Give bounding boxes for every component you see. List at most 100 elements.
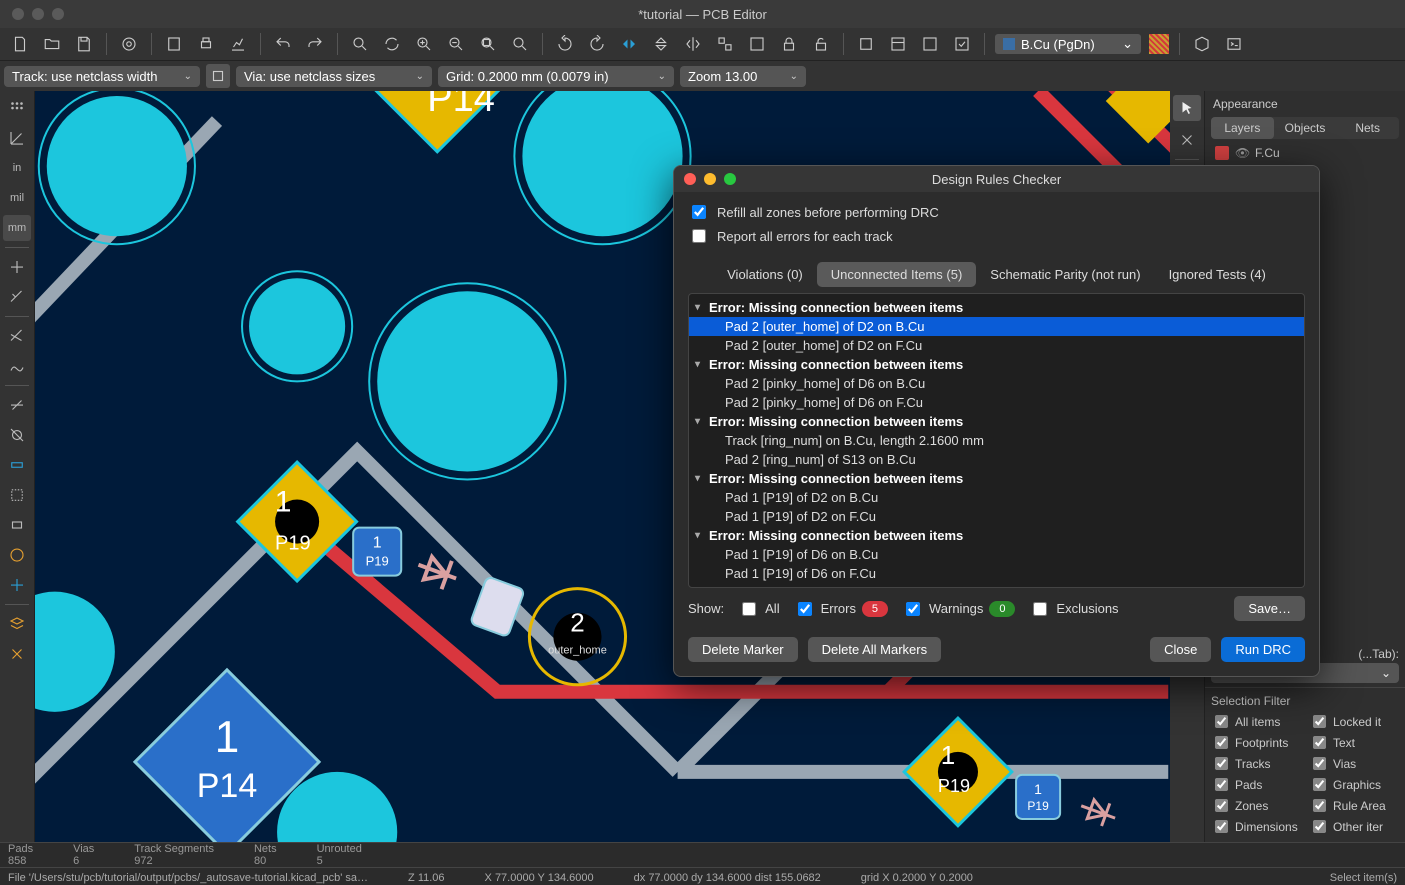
- minimize-window-icon[interactable]: [32, 8, 44, 20]
- track-width-toggle-icon[interactable]: [206, 64, 230, 88]
- high-contrast-icon[interactable]: [3, 542, 31, 568]
- via-outline-icon[interactable]: [3, 422, 31, 448]
- refresh-icon[interactable]: [380, 32, 404, 56]
- ratsnest-icon[interactable]: [3, 323, 31, 349]
- layer-selector[interactable]: B.Cu (PgDn) ⌄: [995, 34, 1141, 54]
- filter-other-iter[interactable]: Other iter: [1309, 817, 1399, 836]
- via-size-select[interactable]: Via: use netclass sizes⌄: [236, 66, 432, 87]
- drc-error-item[interactable]: Pad 2 [outer_home] of D2 on B.Cu: [689, 317, 1304, 336]
- filter-vias[interactable]: Vias: [1309, 754, 1399, 773]
- drc-error-header[interactable]: Error: Missing connection between items: [689, 298, 1304, 317]
- zone-outline-icon[interactable]: [3, 482, 31, 508]
- 3d-viewer-icon[interactable]: [1190, 32, 1214, 56]
- mm-unit[interactable]: mm: [3, 215, 31, 241]
- layer-row[interactable]: 👁F.Cu: [1205, 143, 1405, 163]
- rotate-ccw-icon[interactable]: [553, 32, 577, 56]
- tab-layers[interactable]: Layers: [1211, 117, 1274, 139]
- show-errors[interactable]: Errors5: [794, 599, 888, 619]
- show-warnings[interactable]: Warnings0: [902, 599, 1015, 619]
- show-all[interactable]: All: [738, 599, 779, 619]
- tab-objects[interactable]: Objects: [1274, 117, 1337, 139]
- show-exclusions[interactable]: Exclusions: [1029, 599, 1118, 619]
- filter-zones[interactable]: Zones: [1211, 796, 1301, 815]
- delete-marker-button[interactable]: Delete Marker: [688, 637, 798, 662]
- undo-icon[interactable]: [271, 32, 295, 56]
- filter-pads[interactable]: Pads: [1211, 775, 1301, 794]
- delete-all-markers-button[interactable]: Delete All Markers: [808, 637, 941, 662]
- mirror-h-icon[interactable]: [617, 32, 641, 56]
- zoom-in-icon[interactable]: [412, 32, 436, 56]
- run-drc-button[interactable]: Run DRC: [1221, 637, 1305, 662]
- tab-parity[interactable]: Schematic Parity (not run): [976, 262, 1154, 287]
- lock-icon[interactable]: [777, 32, 801, 56]
- board-setup-icon[interactable]: [117, 32, 141, 56]
- rotate-cw-icon[interactable]: [585, 32, 609, 56]
- grid-dots-icon[interactable]: [3, 95, 31, 121]
- cancel-tool-icon[interactable]: [1173, 127, 1201, 153]
- dlg-zoom-icon[interactable]: [724, 173, 736, 185]
- filter-rule-area[interactable]: Rule Area: [1309, 796, 1399, 815]
- preferences-icon[interactable]: [3, 641, 31, 667]
- track-outline-icon[interactable]: [3, 452, 31, 478]
- outline-mode-icon[interactable]: [3, 392, 31, 418]
- zoom-select[interactable]: Zoom 13.00⌄: [680, 66, 806, 87]
- filter-all-items[interactable]: All items: [1211, 712, 1301, 731]
- filter-tracks[interactable]: Tracks: [1211, 754, 1301, 773]
- zoom-window-icon[interactable]: [52, 8, 64, 20]
- dlg-minimize-icon[interactable]: [704, 173, 716, 185]
- drc-error-list[interactable]: Error: Missing connection between itemsP…: [688, 293, 1305, 588]
- drc-icon[interactable]: [950, 32, 974, 56]
- tab-nets[interactable]: Nets: [1336, 117, 1399, 139]
- tab-ignored[interactable]: Ignored Tests (4): [1155, 262, 1280, 287]
- drc-error-item[interactable]: Pad 1 [P19] of D2 on F.Cu: [689, 507, 1304, 526]
- filter-locked-it[interactable]: Locked it: [1309, 712, 1399, 731]
- find-icon[interactable]: [348, 32, 372, 56]
- unlock-icon[interactable]: [809, 32, 833, 56]
- layer-pair-icon[interactable]: [1149, 34, 1169, 54]
- opt-refill[interactable]: Refill all zones before performing DRC: [688, 202, 1305, 222]
- redo-icon[interactable]: [303, 32, 327, 56]
- mils-unit[interactable]: mil: [3, 185, 31, 211]
- ungroup-icon[interactable]: [745, 32, 769, 56]
- plot-icon[interactable]: [226, 32, 250, 56]
- grid-select[interactable]: Grid: 0.2000 mm (0.0079 in)⌄: [438, 66, 674, 87]
- filter-text[interactable]: Text: [1309, 733, 1399, 752]
- close-button[interactable]: Close: [1150, 637, 1211, 662]
- close-window-icon[interactable]: [12, 8, 24, 20]
- inches-unit[interactable]: in: [3, 155, 31, 181]
- print-icon[interactable]: [194, 32, 218, 56]
- drc-titlebar[interactable]: Design Rules Checker: [674, 166, 1319, 192]
- footprint-editor-icon[interactable]: [854, 32, 878, 56]
- flip-icon[interactable]: [681, 32, 705, 56]
- select-tool-icon[interactable]: [1173, 95, 1201, 121]
- drc-error-header[interactable]: Error: Missing connection between items: [689, 355, 1304, 374]
- tab-unconnected[interactable]: Unconnected Items (5): [817, 262, 977, 287]
- zoom-out-icon[interactable]: [444, 32, 468, 56]
- open-file-icon[interactable]: [40, 32, 64, 56]
- drc-error-item[interactable]: Track [ring_num] on B.Cu, length 2.1600 …: [689, 431, 1304, 450]
- opt-report[interactable]: Report all errors for each track: [688, 226, 1305, 246]
- filter-dimensions[interactable]: Dimensions: [1211, 817, 1301, 836]
- drc-error-item[interactable]: Pad 2 [pinky_home] of D6 on F.Cu: [689, 393, 1304, 412]
- drc-error-item[interactable]: Pad 1 [P19] of D2 on B.Cu: [689, 488, 1304, 507]
- drc-error-header[interactable]: Error: Missing connection between items: [689, 412, 1304, 431]
- zoom-selection-icon[interactable]: [508, 32, 532, 56]
- polar-coords-icon[interactable]: [3, 125, 31, 151]
- tab-violations[interactable]: Violations (0): [713, 262, 817, 287]
- update-from-schematic-icon[interactable]: [918, 32, 942, 56]
- page-settings-icon[interactable]: [162, 32, 186, 56]
- save-file-icon[interactable]: [72, 32, 96, 56]
- scripting-console-icon[interactable]: [1222, 32, 1246, 56]
- footprint-browser-icon[interactable]: [886, 32, 910, 56]
- filter-graphics[interactable]: Graphics: [1309, 775, 1399, 794]
- drc-error-item[interactable]: Pad 2 [pinky_home] of D6 on B.Cu: [689, 374, 1304, 393]
- drc-error-item[interactable]: Pad 1 [P19] of D6 on B.Cu: [689, 545, 1304, 564]
- zoom-fit-icon[interactable]: [476, 32, 500, 56]
- filter-footprints[interactable]: Footprints: [1211, 733, 1301, 752]
- cursor-shape-icon[interactable]: [3, 254, 31, 280]
- new-file-icon[interactable]: [8, 32, 32, 56]
- group-icon[interactable]: [713, 32, 737, 56]
- save-button[interactable]: Save…: [1234, 596, 1305, 621]
- drc-error-item[interactable]: Pad 2 [outer_home] of D2 on F.Cu: [689, 336, 1304, 355]
- dlg-close-icon[interactable]: [684, 173, 696, 185]
